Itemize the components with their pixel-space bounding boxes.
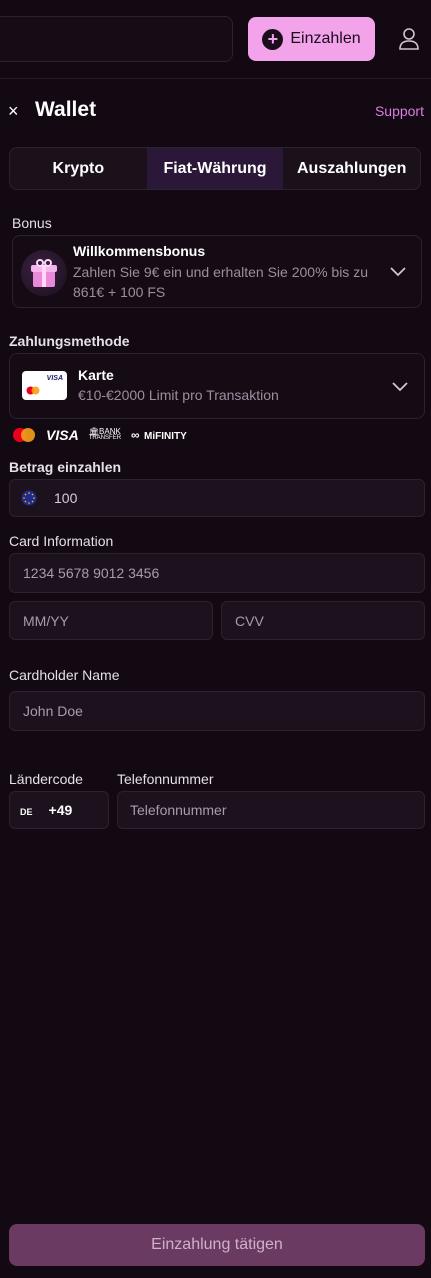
- tab-auszahlungen[interactable]: Auszahlungen: [283, 148, 420, 189]
- bonus-title: Willkommensbonus: [73, 243, 206, 259]
- mastercard-icon: [13, 428, 35, 442]
- deposit-button-label: Einzahlen: [290, 30, 361, 47]
- phone-label: Telefonnummer: [117, 771, 214, 787]
- amount-value: 100: [54, 490, 78, 506]
- bonus-select[interactable]: Willkommensbonus Zahlen Sie 9€ ein und e…: [12, 235, 422, 308]
- close-icon[interactable]: ×: [8, 101, 19, 122]
- bank-transfer-logo: 🏛BANK TRANSFER: [88, 427, 122, 442]
- card-number-input[interactable]: 1234 5678 9012 3456: [9, 553, 425, 593]
- card-info-label: Card Information: [9, 533, 114, 549]
- top-header: + Einzahlen: [0, 0, 431, 79]
- deposit-button[interactable]: + Einzahlen: [248, 17, 375, 61]
- submit-deposit-button[interactable]: Einzahlung tätigen: [9, 1224, 425, 1266]
- card-icon: VISA: [22, 371, 67, 400]
- mifinity-text: MiFINITY: [144, 431, 187, 442]
- country-code-label: Ländercode: [9, 771, 83, 787]
- wallet-tabs: Krypto Fiat-Währung Auszahlungen: [9, 147, 421, 190]
- chevron-down-icon: [390, 267, 406, 277]
- phone-input[interactable]: Telefonnummer: [117, 791, 425, 829]
- bonus-label: Bonus: [12, 215, 52, 231]
- support-link[interactable]: Support: [375, 103, 424, 119]
- page-title: Wallet: [35, 98, 97, 121]
- bonus-description: Zahlen Sie 9€ ein und erhalten Sie 200% …: [73, 264, 368, 300]
- plus-icon: +: [262, 28, 284, 50]
- tab-krypto[interactable]: Krypto: [10, 148, 147, 189]
- eu-flag-icon: [21, 490, 37, 506]
- amount-input[interactable]: 100: [9, 479, 425, 517]
- search-input[interactable]: [0, 16, 233, 62]
- expiry-placeholder: MM/YY: [23, 612, 69, 629]
- amount-label: Betrag einzahlen: [9, 459, 122, 475]
- country-code: DE: [20, 807, 33, 817]
- method-title: Karte: [78, 367, 114, 383]
- visa-logo: VISA: [46, 427, 79, 443]
- cvv-input[interactable]: CVV: [221, 601, 425, 640]
- wallet-header: × Wallet Support: [0, 95, 431, 127]
- country-code-select[interactable]: DE +49: [9, 791, 109, 829]
- payment-method-label: Zahlungsmethode: [9, 333, 130, 349]
- mifinity-logo: ∞ MiFINITY: [131, 426, 187, 444]
- cardholder-input[interactable]: John Doe: [9, 691, 425, 731]
- method-description: €10-€2000 Limit pro Transaktion: [78, 387, 279, 403]
- user-icon[interactable]: [398, 27, 420, 51]
- gift-icon: [21, 250, 67, 296]
- cardholder-label: Cardholder Name: [9, 667, 120, 683]
- payment-logos: VISA 🏛BANK TRANSFER ∞ MiFINITY: [12, 425, 187, 445]
- bank-line2: TRANSFER: [88, 435, 122, 441]
- dial-code: +49: [48, 802, 73, 818]
- cardholder-placeholder: John Doe: [23, 703, 83, 719]
- payment-method-select[interactable]: VISA Karte €10-€2000 Limit pro Transakti…: [9, 353, 425, 419]
- cvv-placeholder: CVV: [235, 612, 264, 629]
- phone-placeholder: Telefonnummer: [130, 802, 227, 818]
- expiry-input[interactable]: MM/YY: [9, 601, 213, 640]
- chevron-down-icon: [392, 382, 408, 392]
- card-number-placeholder: 1234 5678 9012 3456: [23, 565, 160, 581]
- tab-fiat[interactable]: Fiat-Währung: [146, 148, 284, 189]
- card-brand: VISA: [46, 375, 63, 382]
- infinity-icon: ∞: [131, 428, 140, 442]
